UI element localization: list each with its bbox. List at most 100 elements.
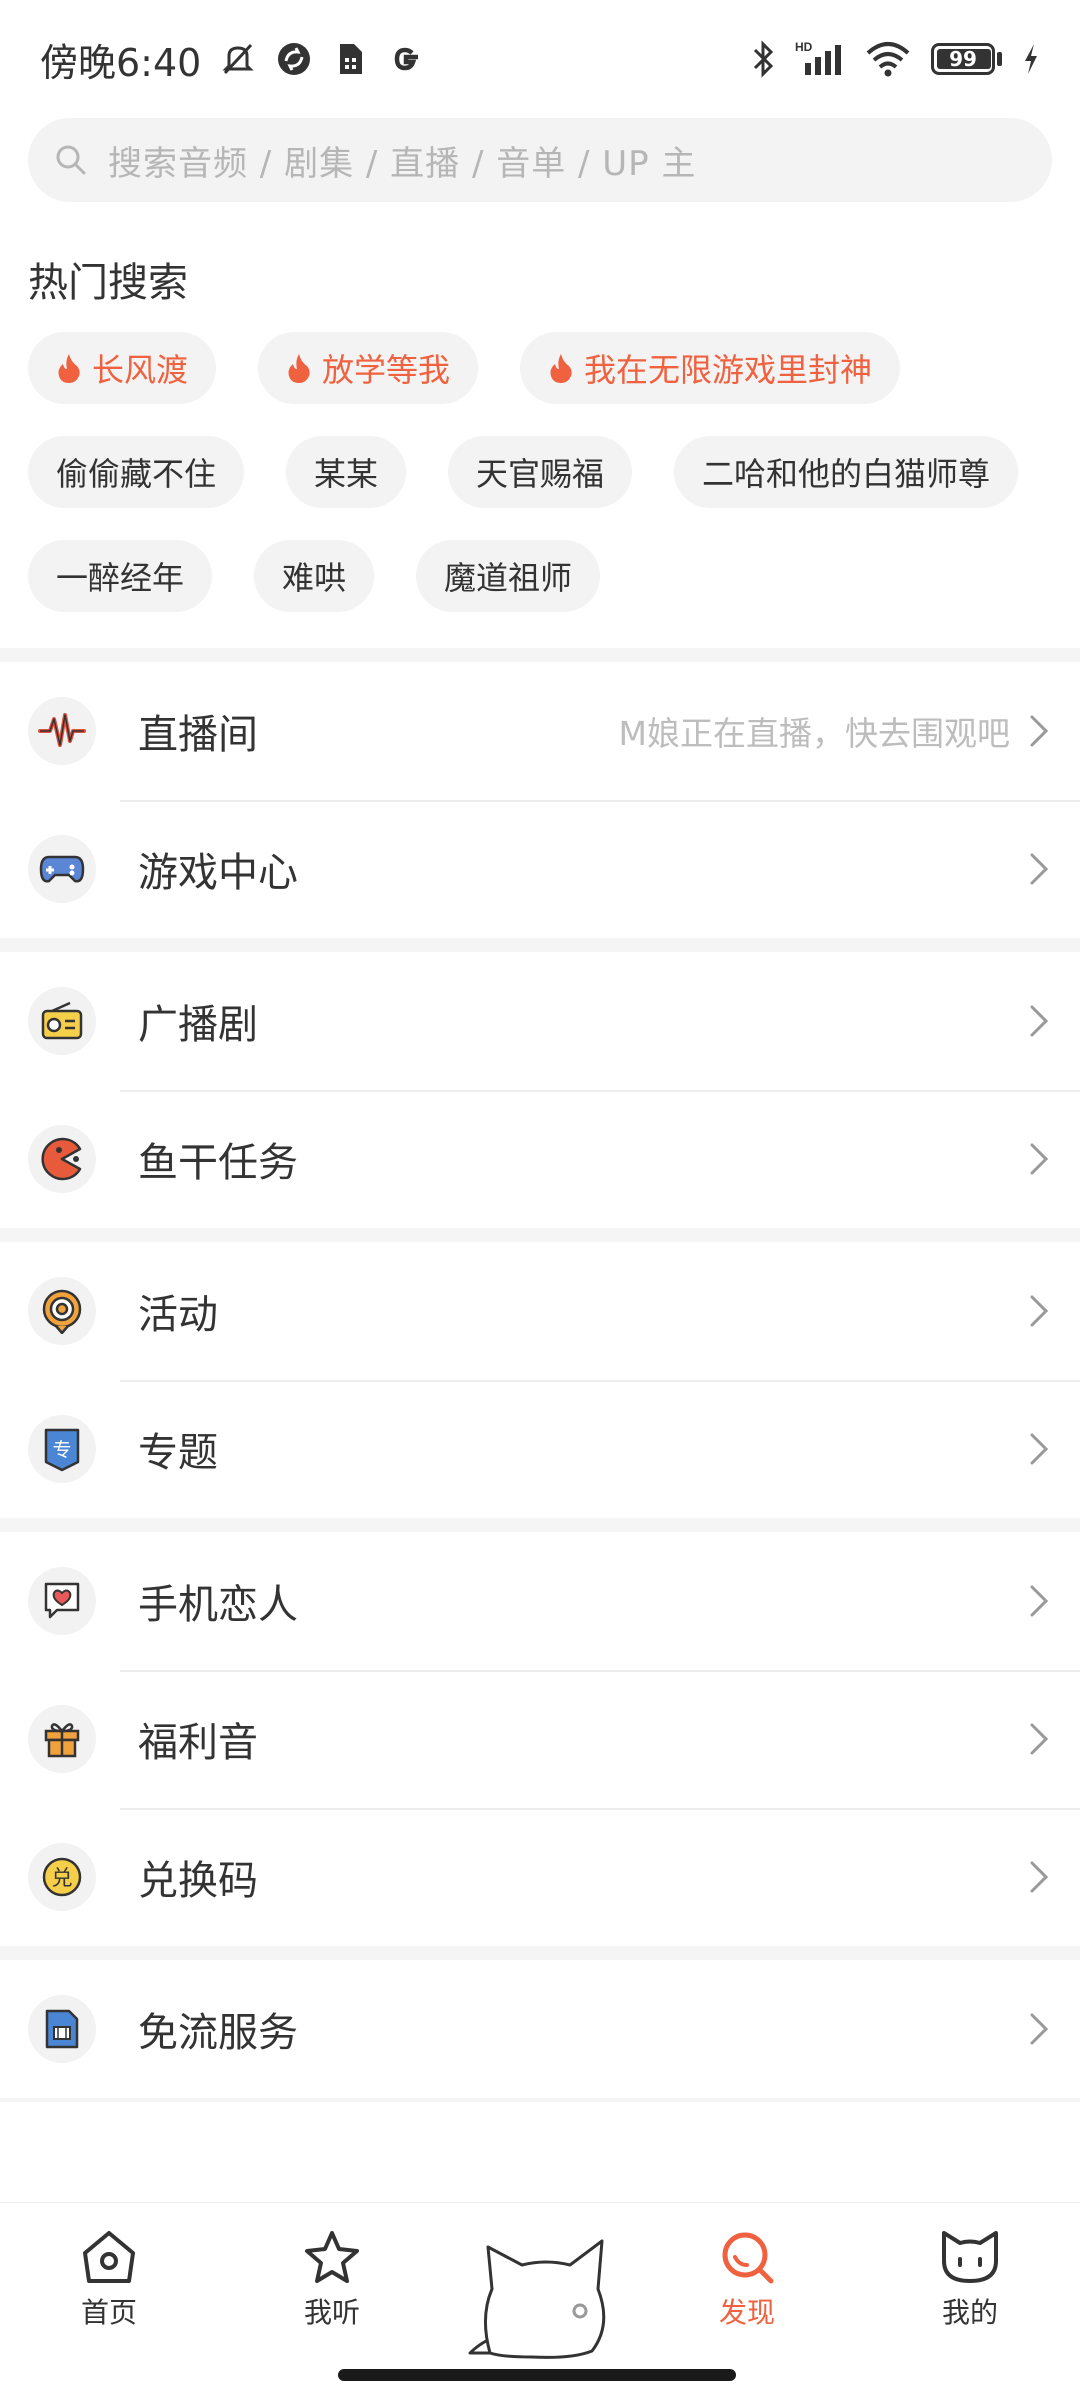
- search-tag[interactable]: 二哈和他的白猫师尊: [674, 436, 1019, 508]
- tag-row: 一醉经年 难哄 魔道祖师: [28, 540, 1068, 612]
- charging-icon: [1025, 44, 1037, 74]
- signal-icon: HD: [795, 40, 841, 75]
- status-time: 傍晚6:40: [40, 40, 202, 85]
- menu-item-label: 游戏中心: [138, 850, 298, 896]
- search-tag[interactable]: 偷偷藏不住: [28, 436, 245, 508]
- google-icon: [387, 40, 425, 78]
- wifi-icon: [866, 42, 910, 77]
- flame-icon: [288, 354, 310, 383]
- menu-group-service: 免流服务: [0, 1960, 1080, 2098]
- sim-icon: [331, 40, 369, 78]
- menu-item-label: 鱼干任务: [138, 1140, 298, 1186]
- nav-label: 发现: [718, 2296, 775, 2329]
- search-icon: [56, 145, 86, 175]
- sync-app-icon: [275, 40, 313, 78]
- chevron-right-icon: [1030, 1433, 1049, 1465]
- tag-row: 长风渡 放学等我 我在无限游戏里封神: [28, 332, 1068, 404]
- nav-listen[interactable]: 我听: [272, 2227, 392, 2331]
- chevron-right-icon: [1030, 1585, 1049, 1617]
- search-tag[interactable]: 某某: [286, 436, 407, 508]
- hot-tag[interactable]: 长风渡: [28, 332, 217, 404]
- hot-search-tags: 长风渡 放学等我 我在无限游戏里封神 偷偷藏不住 某某 天官赐福 二哈和他的白猫…: [28, 332, 1068, 644]
- topic-badge-icon: 专: [28, 1415, 96, 1483]
- live-subtitle: M娘正在直播，快去围观吧: [618, 714, 1010, 753]
- status-left: 傍晚6:40: [40, 32, 425, 87]
- hot-tag[interactable]: 我在无限游戏里封神: [520, 332, 901, 404]
- search-tag[interactable]: 魔道祖师: [416, 540, 601, 612]
- chevron-right-icon: [1030, 853, 1049, 885]
- status-bar: 傍晚6:40 HD 99: [0, 0, 1080, 118]
- menu-item-radio-drama[interactable]: 广播剧: [0, 952, 1080, 1090]
- chevron-right-icon: [1030, 1861, 1049, 1893]
- menu-item-label: 直播间: [138, 712, 258, 758]
- mute-icon: [219, 40, 257, 78]
- menu-item-welfare-audio[interactable]: 福利音: [0, 1670, 1080, 1808]
- home-indicator[interactable]: [338, 2369, 736, 2381]
- menu-item-redeem-code[interactable]: 兑 兑换码: [0, 1808, 1080, 1946]
- chevron-right-icon: [1030, 1005, 1049, 1037]
- cat-face-icon: [942, 2231, 998, 2283]
- discover-search-icon: [722, 2232, 774, 2284]
- star-icon: [305, 2231, 359, 2283]
- chevron-right-icon: [1030, 715, 1049, 747]
- heart-chat-icon: [28, 1567, 96, 1635]
- tag-label: 长风渡: [92, 351, 189, 389]
- nav-label: 我的: [941, 2296, 998, 2329]
- hot-search-title: 热门搜索: [28, 260, 188, 306]
- search-placeholder: 搜索音频 / 剧集 / 直播 / 音单 / UP 主: [108, 143, 697, 184]
- redeem-coin-icon: 兑: [28, 1843, 96, 1911]
- flame-icon: [58, 354, 80, 383]
- chevron-right-icon: [1030, 1723, 1049, 1755]
- chevron-right-icon: [1030, 1143, 1049, 1175]
- menu-item-fish-task[interactable]: 鱼干任务: [0, 1090, 1080, 1228]
- nav-discover[interactable]: 发现: [687, 2227, 807, 2331]
- menu-item-activity[interactable]: 活动: [0, 1242, 1080, 1380]
- sim-card-icon: [28, 1995, 96, 2063]
- menu-group-content: 广播剧 鱼干任务: [0, 952, 1080, 1228]
- cat-mascot-button[interactable]: [462, 2229, 618, 2359]
- menu-item-label: 广播剧: [138, 1002, 258, 1048]
- home-icon: [83, 2231, 135, 2283]
- tag-label: 放学等我: [322, 351, 451, 389]
- tag-row: 偷偷藏不住 某某 天官赐福 二哈和他的白猫师尊: [28, 436, 1068, 508]
- topic-badge-text: 专: [52, 1439, 71, 1461]
- hot-tag[interactable]: 放学等我: [258, 332, 479, 404]
- nav-mine[interactable]: 我的: [910, 2227, 1030, 2331]
- menu-item-label: 专题: [138, 1430, 218, 1476]
- search-tag[interactable]: 天官赐福: [448, 436, 633, 508]
- menu-item-topic[interactable]: 专 专题: [0, 1380, 1080, 1518]
- menu-item-label: 福利音: [138, 1720, 258, 1766]
- menu-group-live: 直播间 M娘正在直播，快去围观吧 游戏中心: [0, 662, 1080, 938]
- nav-label: 首页: [80, 2296, 137, 2329]
- status-right: HD 99: [751, 39, 1040, 79]
- svg-text:HD: HD: [795, 40, 813, 54]
- nav-label: 我听: [303, 2296, 360, 2329]
- pacman-icon: [28, 1125, 96, 1193]
- chevron-right-icon: [1030, 2013, 1049, 2045]
- search-tag[interactable]: 难哄: [254, 540, 375, 612]
- menu-item-label: 免流服务: [138, 2010, 298, 2056]
- gift-icon: [28, 1705, 96, 1773]
- bluetooth-icon: [753, 40, 774, 78]
- flame-icon: [550, 354, 572, 383]
- tag-label: 我在无限游戏里封神: [584, 351, 873, 389]
- redeem-badge-text: 兑: [52, 1866, 73, 1890]
- radio-icon: [28, 987, 96, 1055]
- discover-menu: 直播间 M娘正在直播，快去围观吧 游戏中心 广播剧 鱼干任务 活动 专 专题 手…: [0, 648, 1080, 2102]
- menu-item-live[interactable]: 直播间 M娘正在直播，快去围观吧: [0, 662, 1080, 800]
- chevron-right-icon: [1030, 1295, 1049, 1327]
- menu-group-events: 活动 专 专题: [0, 1242, 1080, 1518]
- target-icon: [28, 1277, 96, 1345]
- battery-indicator: 99: [931, 43, 1002, 75]
- live-wave-icon: [28, 697, 96, 765]
- menu-group-extras: 手机恋人 福利音 兑 兑换码: [0, 1532, 1080, 1946]
- menu-item-phone-lover[interactable]: 手机恋人: [0, 1532, 1080, 1670]
- search-tag[interactable]: 一醉经年: [28, 540, 213, 612]
- menu-item-label: 手机恋人: [138, 1582, 298, 1628]
- menu-item-label: 活动: [138, 1292, 218, 1338]
- search-input[interactable]: 搜索音频 / 剧集 / 直播 / 音单 / UP 主: [28, 118, 1052, 202]
- gamepad-icon: [28, 835, 96, 903]
- menu-item-free-data[interactable]: 免流服务: [0, 1960, 1080, 2098]
- menu-item-game-center[interactable]: 游戏中心: [0, 800, 1080, 938]
- nav-home[interactable]: 首页: [49, 2227, 169, 2331]
